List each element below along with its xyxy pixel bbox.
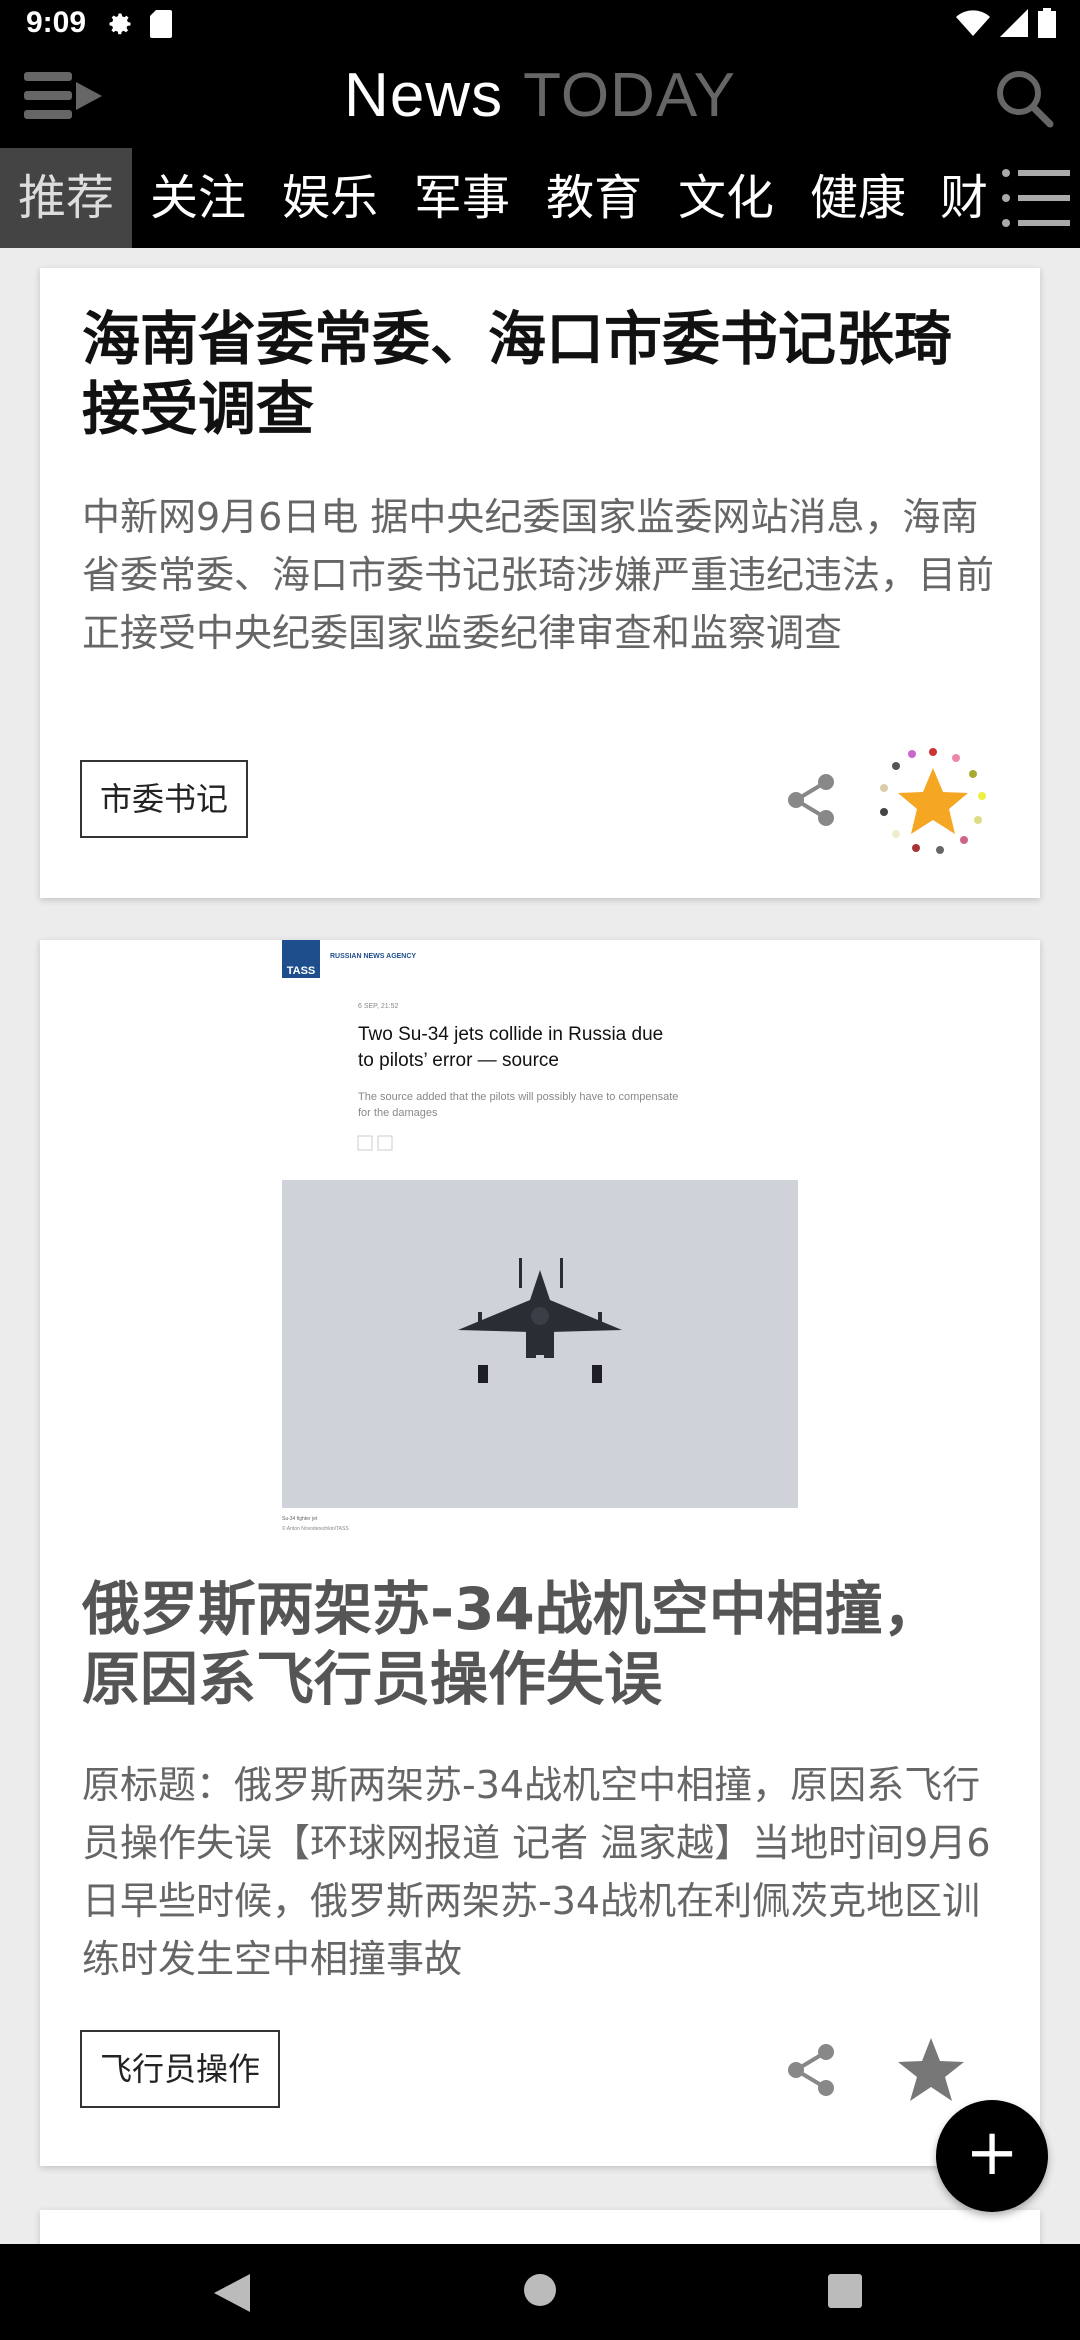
image-date: 6 SEP, 21:52 (358, 1003, 398, 1010)
app-title: News TODAY (0, 60, 1080, 131)
news-agency-label: RUSSIAN NEWS AGENCY (330, 953, 416, 960)
star-icon[interactable] (896, 2034, 966, 2104)
app-bar: News TODAY (0, 48, 1080, 148)
app-title-today: TODAY (523, 61, 736, 130)
category-tabs: 推荐 关注 娱乐 军事 教育 文化 健康 财 (0, 148, 1080, 248)
tab-culture[interactable]: 文化 (660, 148, 792, 248)
status-bar: 9:09 (0, 0, 1080, 48)
settings-icon (109, 13, 131, 35)
image-subtext-line1: The source added that the pilots will po… (358, 1091, 678, 1103)
article-image[interactable]: TASS RUSSIAN NEWS AGENCY 6 SEP, 21:52 Tw… (282, 940, 812, 1540)
article-headline[interactable]: 海南省委常委、海口市委书记张琦接受调查 (82, 304, 998, 444)
hamburger-menu-icon (1002, 169, 1070, 227)
article-card[interactable]: TASS RUSSIAN NEWS AGENCY 6 SEP, 21:52 Tw… (40, 940, 1040, 2166)
back-icon[interactable] (212, 2274, 252, 2312)
tab-entertainment[interactable]: 娱乐 (264, 148, 396, 248)
article-headline[interactable]: 俄罗斯两架苏-34战机空中相撞，原因系飞行员操作失误 (82, 1574, 998, 1714)
image-caption: Su-34 fighter jet (282, 1516, 318, 1522)
image-headline-line1: Two Su-34 jets collide in Russia due (358, 1024, 663, 1045)
recents-icon[interactable] (828, 2274, 862, 2308)
article-tag[interactable]: 飞行员操作 (80, 2030, 281, 2108)
article-summary: 原标题：俄罗斯两架苏-34战机空中相撞，原因系飞行员操作失误【环球网报道 记者 … (82, 1763, 991, 1981)
tab-education[interactable]: 教育 (528, 148, 660, 248)
sd-card-icon (150, 10, 172, 38)
tab-health[interactable]: 健康 (792, 148, 924, 248)
add-button[interactable]: + (936, 2100, 1048, 2212)
share-icon[interactable] (784, 772, 840, 828)
tab-recommend[interactable]: 推荐 (0, 148, 132, 248)
image-headline-line2: to pilots’ error — source (358, 1050, 559, 1071)
home-icon[interactable] (522, 2272, 558, 2308)
app-title-news: News (344, 61, 504, 130)
system-nav-bar (0, 2244, 1080, 2340)
share-icon[interactable] (784, 2042, 840, 2098)
status-time: 9:09 (26, 6, 87, 39)
article-summary: 中新网9月6日电 据中央纪委国家监委网站消息，海南省委常委、海口市委书记张琦涉嫌… (82, 495, 995, 655)
article-tag[interactable]: 市委书记 (80, 760, 249, 838)
status-icons (956, 8, 1056, 38)
article-card[interactable]: 海南省委常委、海口市委书记张琦接受调查 中新网9月6日电 据中央纪委国家监委网站… (40, 268, 1040, 898)
tab-menu-button[interactable] (992, 148, 1080, 248)
star-icon[interactable] (878, 746, 988, 856)
plus-icon: + (965, 2116, 1019, 2190)
cell-signal-icon (1000, 9, 1028, 37)
tab-military[interactable]: 军事 (396, 148, 528, 248)
search-icon[interactable] (994, 68, 1054, 128)
image-credit: © Anton Novoderezhkin/TASS (282, 1525, 349, 1532)
tab-follow[interactable]: 关注 (132, 148, 264, 248)
battery-icon (1038, 8, 1056, 38)
wifi-icon (956, 10, 990, 36)
tass-logo-text: TASS (287, 965, 316, 977)
image-subtext-line2: for the damages (358, 1107, 438, 1119)
